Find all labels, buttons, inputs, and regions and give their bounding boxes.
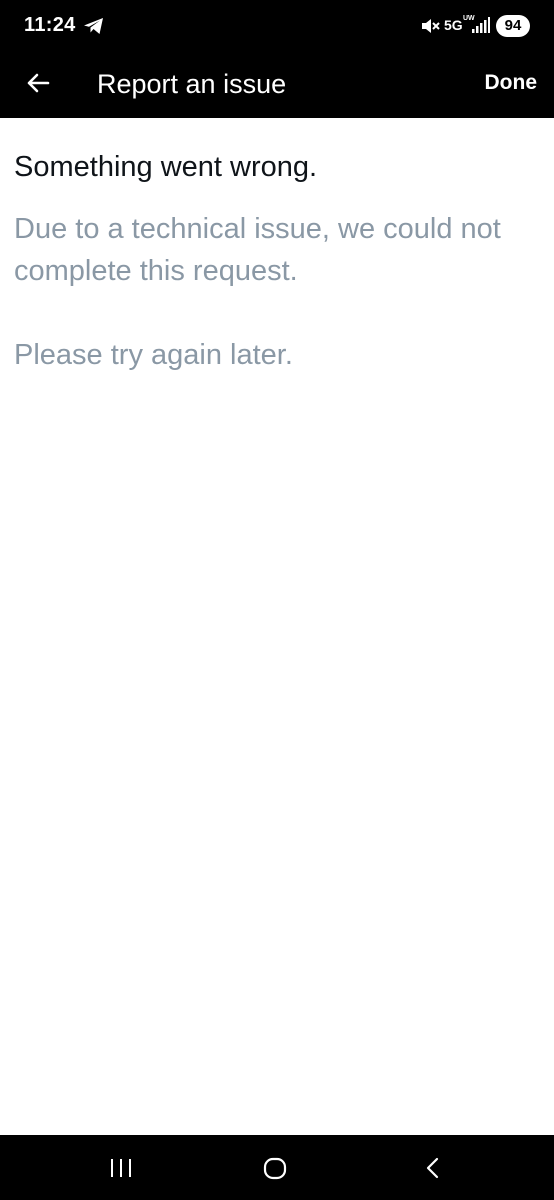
error-retry-text: Please try again later.	[14, 339, 293, 371]
status-time: 11:24	[24, 14, 76, 36]
recents-button[interactable]	[106, 1155, 136, 1181]
app-bar: Report an issue Done	[0, 52, 554, 118]
mute-icon	[422, 19, 440, 33]
back-button[interactable]	[18, 63, 58, 103]
home-icon	[263, 1157, 287, 1180]
navigation-bar	[0, 1135, 554, 1200]
network-label: 5G	[444, 17, 463, 33]
error-detail: Due to a technical issue, we could not c…	[14, 213, 501, 287]
error-message-panel: Something went wrong. Due to a technical…	[14, 150, 534, 376]
system-back-button[interactable]	[418, 1155, 448, 1181]
arrow-left-icon	[27, 73, 50, 93]
back-icon	[426, 1157, 439, 1179]
screen: 11:24 5G UW 94 Report an issue Done Some…	[0, 0, 554, 1200]
error-heading: Something went wrong.	[14, 151, 318, 183]
page-title: Report an issue	[97, 69, 287, 99]
done-button[interactable]: Done	[485, 71, 538, 95]
telegram-icon	[84, 18, 103, 34]
signal-icon	[472, 17, 490, 33]
home-button[interactable]	[260, 1155, 290, 1181]
recents-icon	[111, 1159, 131, 1177]
battery-badge: 94	[496, 15, 530, 37]
status-bar: 11:24 5G UW 94	[0, 0, 554, 52]
